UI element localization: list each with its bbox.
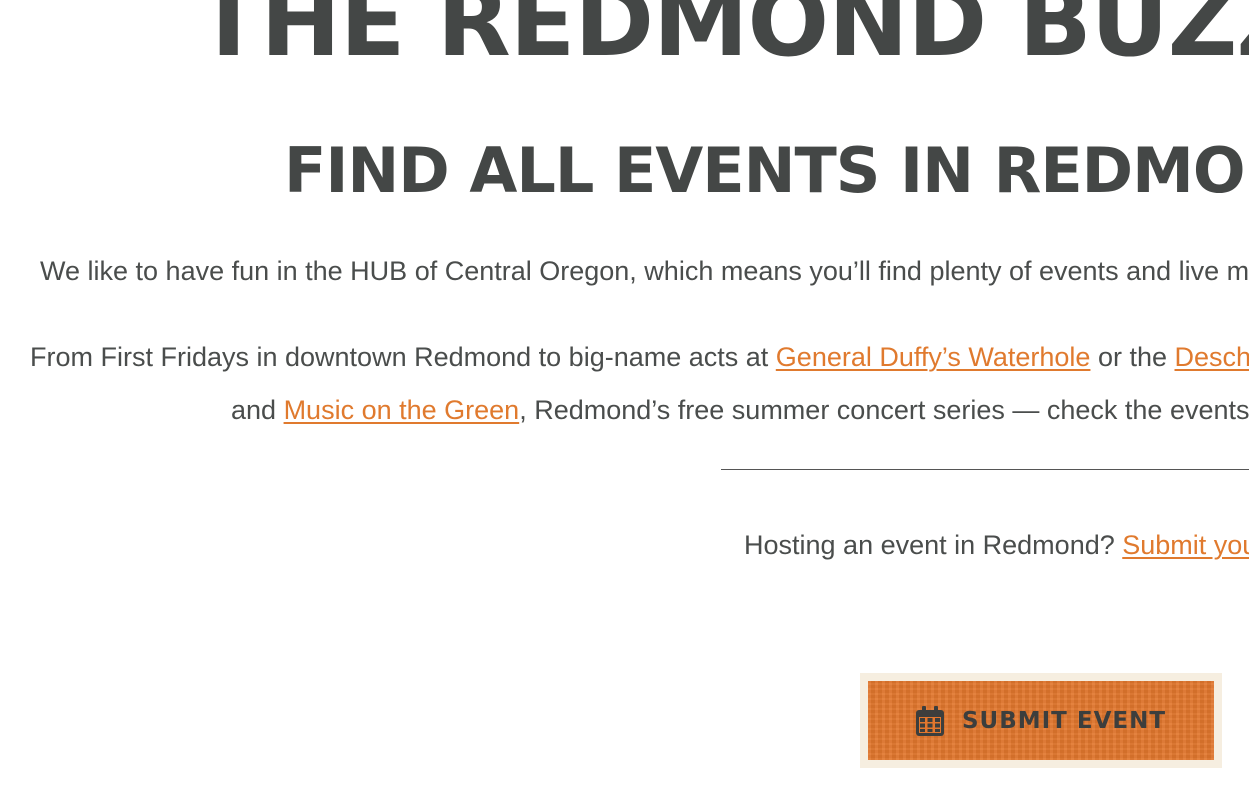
page: THE REDMOND BUZZ EVE FIND ALL EVENTS IN …	[0, 0, 1249, 806]
venues-text-suffix: , Redmond’s free summer concert series —…	[519, 395, 1249, 425]
intro-text: We like to have fun in the HUB of Centra…	[40, 256, 1249, 286]
page-title: THE REDMOND BUZZ EVE	[196, 0, 1249, 78]
venues-paragraph-line-1: From First Fridays in downtown Redmond t…	[30, 344, 1249, 371]
venues-paragraph-line-2: and Music on the Green, Redmond’s free s…	[231, 397, 1249, 424]
submit-event-button[interactable]: SUBMIT EVENT	[868, 681, 1214, 760]
venues-text-mid: or the	[1090, 342, 1175, 372]
calendar-icon	[915, 705, 944, 736]
hosting-paragraph: Hosting an event in Redmond? Submit you	[744, 532, 1249, 559]
venues-text-and: and	[231, 395, 284, 425]
page-subtitle: FIND ALL EVENTS IN REDMOND, OI	[284, 134, 1249, 207]
general-duffys-link[interactable]: General Duffy’s Waterhole	[776, 342, 1091, 372]
submit-event-label: SUBMIT EVENT	[961, 707, 1167, 734]
deschutes-link[interactable]: Deschu	[1175, 342, 1249, 372]
hosting-prompt: Hosting an event in Redmond?	[744, 530, 1123, 560]
music-on-the-green-link[interactable]: Music on the Green	[284, 395, 520, 425]
venues-text-prefix: From First Fridays in downtown Redmond t…	[30, 342, 776, 372]
intro-paragraph: We like to have fun in the HUB of Centra…	[40, 258, 1249, 285]
divider	[721, 469, 1249, 470]
submit-your-event-link[interactable]: Submit you	[1122, 530, 1249, 560]
